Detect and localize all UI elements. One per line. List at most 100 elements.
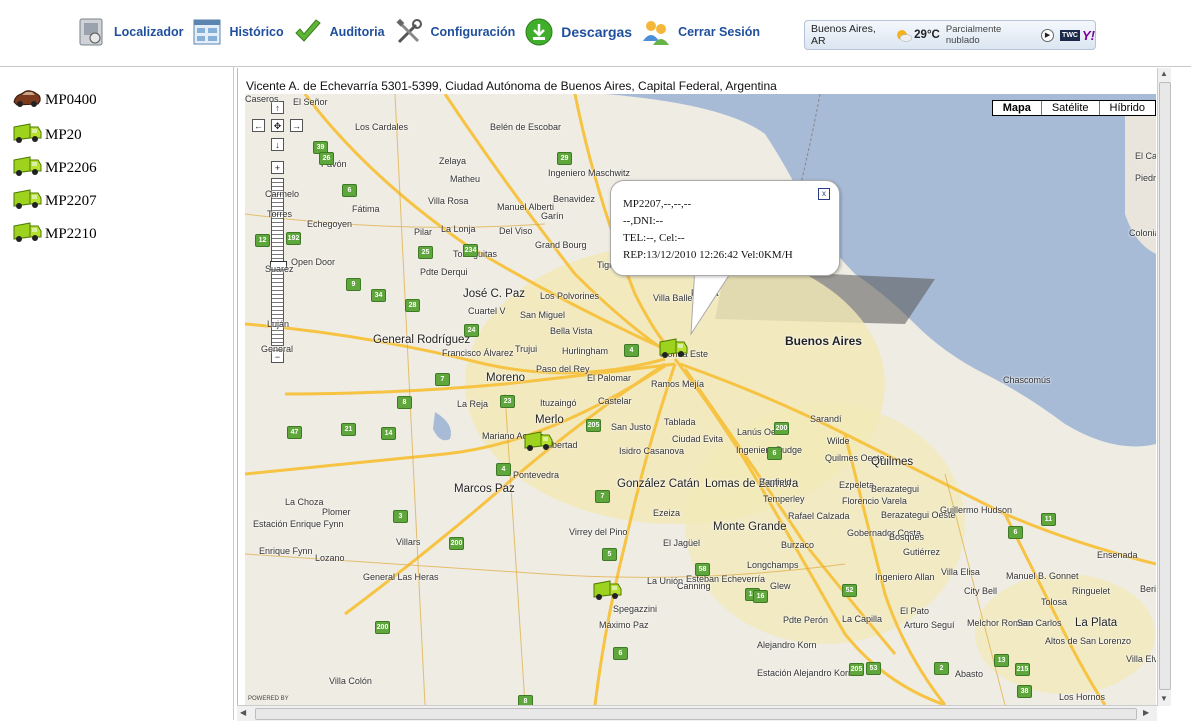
pan-left-icon[interactable]: ← [252,119,265,132]
route-shield: 8 [397,396,412,409]
map-label: Altos de San Lorenzo [1045,636,1132,646]
route-shield: 52 [842,584,857,597]
route-shield: 8 [518,695,533,705]
map-label: El Pato [900,606,930,616]
scroll-down-icon[interactable]: ▼ [1160,694,1168,703]
nav-descargas[interactable]: Descargas [523,16,632,48]
main-nav: Localizador Histórico Auditoria Configur… [76,16,768,48]
map-type-satelite[interactable]: Satélite [1040,101,1099,115]
route-shield: 53 [866,662,881,675]
map-label: Banfield [759,477,792,487]
map-label: Temperley [763,494,805,504]
route-shield: 6 [1008,526,1023,539]
weather-city: Buenos Aires, AR [811,23,876,47]
map-label: Ringuelet [1072,586,1111,596]
map-label: Lozano [315,553,345,563]
vehicle-label: MP20 [45,127,82,143]
map-label: Buenos Aires [785,334,862,348]
map-label: Rafael Calzada [788,511,850,521]
map-label: Máximo Paz [599,620,649,630]
vehicle-item-mp20[interactable]: MP20 [12,121,82,150]
map-label: Sarandí [810,414,842,424]
vehicle-info-popup: MP2207,--,--,-- --,DNI:-- TEL:--, Cel:--… [610,180,840,276]
route-shield: 9 [346,278,361,291]
map-address: Vicente A. de Echevarría 5301-5399, Ciud… [246,79,777,93]
pan-center-icon[interactable]: ✥ [271,119,284,132]
map-label: Tolosa [1041,597,1068,607]
vehicle-item-mp2207[interactable]: MP2207 [12,187,97,216]
map-label: Monte Grande [713,521,787,533]
route-shield: 200 [449,537,464,550]
vehicle-label: MP2210 [45,226,97,242]
map-marker-mp2207[interactable] [658,336,688,365]
map-marker-truck[interactable] [592,578,622,607]
map-marker-truck[interactable] [523,429,553,458]
map-label: Belén de Escobar [490,122,562,132]
vertical-scrollbar[interactable]: ▲ ▼ [1157,68,1171,706]
map-label: Berazategui [871,484,920,494]
route-shield: 6 [342,184,357,197]
map-label: La Choza [285,497,324,507]
map-label: Moreno [486,372,525,384]
map-label: Manuel B. Gonnet [1006,571,1079,581]
pan-right-icon[interactable]: → [290,119,303,132]
scroll-up-icon[interactable]: ▲ [1160,69,1168,78]
top-toolbar: Localizador Histórico Auditoria Configur… [0,0,1191,67]
route-shield: 16 [753,590,768,603]
route-shield: 26 [319,152,334,165]
horizontal-scroll-thumb[interactable] [255,708,1137,720]
scroll-right-icon[interactable]: ▶ [1143,708,1149,717]
nav-localizador[interactable]: Localizador [76,16,183,48]
scroll-left-icon[interactable]: ◀ [240,708,246,717]
map-label: Los Polvorines [540,291,600,301]
popup-line-phone: TEL:--, Cel:-- [623,232,685,244]
map-label: Francisco Álvarez [442,348,514,358]
nav-cerrar-sesion[interactable]: Cerrar Sesión [640,16,760,48]
popup-line-dni: --,DNI:-- [623,215,664,227]
close-icon[interactable]: x [818,188,830,200]
map-label: Villa Elisa [941,567,980,577]
route-shield: 58 [695,563,710,576]
map-label: El Palomar [587,373,632,383]
horizontal-scrollbar[interactable]: ◀ ▶ [237,705,1157,721]
nav-configuracion[interactable]: Configuración [393,16,515,48]
weather-widget[interactable]: Buenos Aires, AR 29°C Parcialmente nubla… [804,20,1096,50]
vehicle-label: MP0400 [45,92,97,108]
vertical-scroll-thumb[interactable] [1159,82,1171,690]
map-type-hibrido[interactable]: Híbrido [1098,101,1155,115]
map-label: Paso del Rey [536,364,590,374]
map-label: Bosques [889,532,925,542]
map-label: Villa Colón [329,676,372,686]
map-label: Castelar [598,396,632,406]
weather-next-icon[interactable]: ▶ [1041,28,1055,42]
truck-icon [12,154,42,183]
map-canvas[interactable]: Mapa Satélite Híbrido ↑ ← ✥ → ↓ + − El S… [245,94,1156,705]
zoom-in-button[interactable]: + [271,161,284,174]
nav-label: Histórico [229,25,284,39]
map-label: Arturo Seguí [904,620,955,630]
route-shield: 205 [849,663,864,676]
map-label: El Can [1135,151,1156,161]
route-shield: 192 [286,232,301,245]
map-label: Plomer [322,507,351,517]
nav-historico[interactable]: Histórico [191,16,284,48]
settings-tools-icon [393,16,425,48]
locator-icon [76,16,108,48]
vehicle-item-mp0400[interactable]: MP0400 [12,87,97,114]
map-label: Berisso [1140,584,1156,594]
map-label: Ingeniero Maschwitz [548,168,631,178]
map-label: José C. Paz [463,288,525,300]
map-label: Estación Enrique Fynn [253,519,344,529]
map-type-mapa[interactable]: Mapa [993,101,1041,115]
route-shield: 34 [371,289,386,302]
pan-down-icon[interactable]: ↓ [271,138,284,151]
vehicle-item-mp2206[interactable]: MP2206 [12,154,97,183]
vehicle-item-mp2210[interactable]: MP2210 [12,220,97,249]
map-label: Echegoyen [307,219,353,229]
map-label: Carmelo [265,189,300,199]
map-label: Chascomús [1003,375,1051,385]
route-shield: 14 [381,427,396,440]
nav-auditoria[interactable]: Auditoria [292,16,385,48]
map-label: Gutiérrez [903,547,941,557]
vehicle-label: MP2206 [45,160,97,176]
